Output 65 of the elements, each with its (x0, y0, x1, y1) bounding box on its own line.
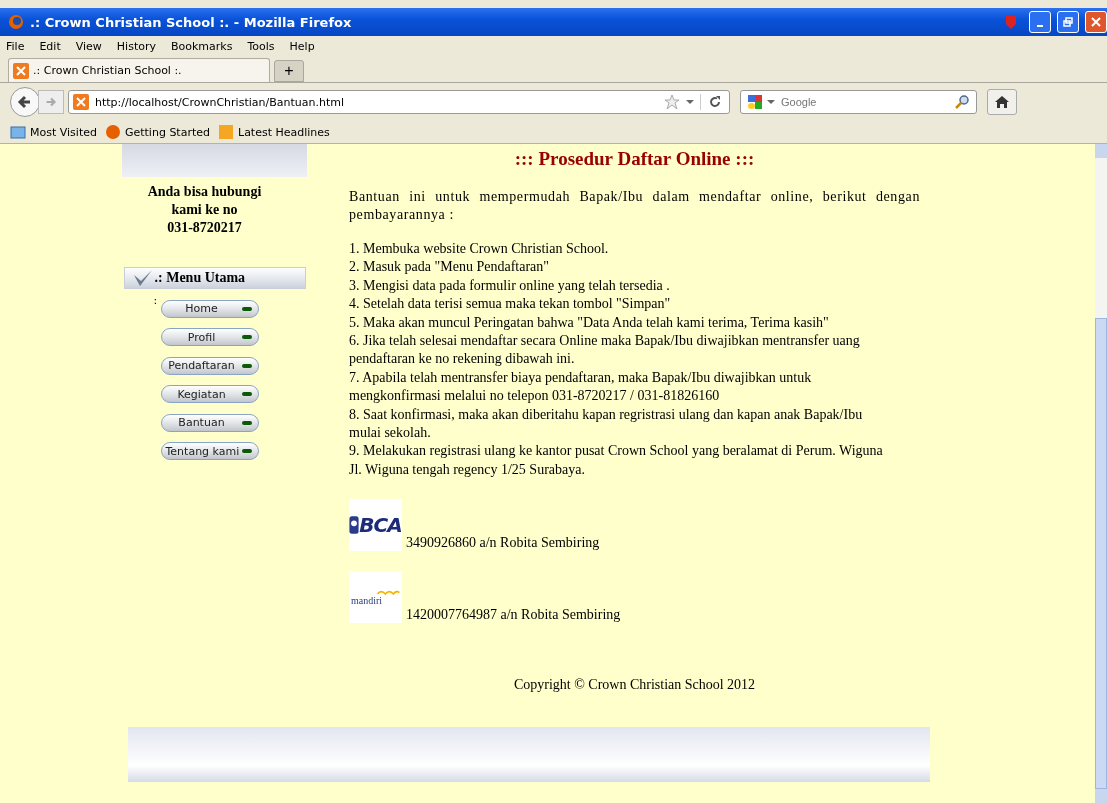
address-bar[interactable]: http://localhost/CrownChristian/Bantuan.html (68, 90, 730, 114)
close-button[interactable] (1085, 11, 1107, 33)
bookmark-item[interactable]: Most Visited (10, 124, 97, 140)
bank-logo: BCA (349, 499, 402, 552)
menu-button[interactable]: Bantuan (160, 413, 259, 432)
dropdown-icon[interactable] (686, 98, 694, 106)
copyright-text: Copyright © Crown Christian School 2012 (512, 677, 757, 694)
menu-button[interactable]: Kegiatan (160, 385, 259, 403)
intro-text: Bantuan ini untuk mempermudah Bapak/Ibu dalam mendaftar online, berikut dengan pembayarannya : (349, 188, 920, 224)
shield-icon (1005, 14, 1017, 30)
step-text: 7. Apabila telah mentransfer biaya pendaftaran, maka Bapak/Ibu diwajibkan untuk mengkonfirmasi melalui no telepon 031-8720217 / 031-81826160 (349, 368, 813, 406)
folder-icon (10, 124, 26, 140)
bookmark-item[interactable]: Getting Started (104, 124, 210, 140)
home-button[interactable] (987, 89, 1017, 115)
bank-logo: mandiri (349, 571, 402, 624)
feed-icon (218, 124, 234, 140)
search-icon[interactable] (954, 94, 970, 110)
close-icon (1089, 15, 1103, 29)
menu-item[interactable]: History (116, 39, 156, 53)
step-text: 4. Setelah data terisi semua maka tekan tombol "Simpan" (349, 295, 672, 314)
reload-icon[interactable] (700, 94, 723, 110)
new-tab-button[interactable]: + (274, 60, 304, 82)
step-text: 9. Melakukan registrasi ulang ke kantor pusat Crown School yang beralamat di Perum. Wiguna Jl. Wiguna tengah regency 1/25 Surabaya. (349, 442, 884, 479)
minimize-button[interactable] (1029, 11, 1051, 33)
search-input[interactable]: Google (779, 95, 950, 109)
menu-title: .: Menu Utama (154, 270, 246, 286)
menu-button[interactable]: Pendaftaran (160, 356, 259, 375)
account-text: 3490926860 a/n Robita Sembiring (406, 535, 600, 552)
bookmark-item[interactable]: Latest Headlines (218, 124, 330, 140)
window-title: .: Crown Christian School :. - Mozilla Firefox (30, 14, 352, 30)
page-heading: ::: Prosedur Daftar Online ::: (513, 148, 756, 170)
step-text: 2. Masuk pada "Menu Pendaftaran" (349, 258, 550, 277)
vertical-scrollbar[interactable] (1095, 144, 1107, 803)
menu-button[interactable]: Home (160, 299, 259, 318)
dropdown-icon[interactable] (767, 98, 775, 106)
step-text: 8. Saat konfirmasi, maka akan diberitahu kapan regristrasi ulang dan kapan anak Bapak/Ibu mulai sekolah. (349, 405, 864, 443)
browser-tab[interactable]: .: Crown Christian School :. (8, 58, 270, 82)
menu-marker: : (153, 294, 158, 307)
back-button[interactable] (10, 87, 40, 117)
forward-arrow-icon (44, 95, 58, 109)
menu-item[interactable]: Tools (247, 39, 275, 53)
step-text: 6. Jika telah selesai mendaftar secara Online maka Bapak/Ibu diwajibkan mentransfer uang pendaftaran ke no rekening dibawah ini. (349, 332, 861, 369)
firefox-icon (8, 14, 24, 30)
menu-item[interactable]: Bookmarks (171, 39, 233, 53)
restore-button[interactable] (1057, 11, 1079, 33)
restore-icon (1061, 15, 1075, 29)
menu-item[interactable]: File (6, 39, 25, 53)
menu-button[interactable]: Profil (160, 328, 259, 346)
account-text: 1420007764987 a/n Robita Sembiring (406, 607, 621, 624)
menu-item[interactable]: Help (289, 39, 315, 53)
menu-item[interactable]: Edit (39, 39, 61, 53)
star-icon[interactable] (664, 94, 680, 110)
menu-button[interactable]: Tentang kami (160, 442, 259, 460)
xampp-icon (73, 94, 89, 110)
step-text: 5. Maka akan muncul Peringatan bahwa "Data Anda telah kami terima, Terima kasih" (349, 313, 830, 332)
firefox-icon (104, 124, 121, 140)
search-field[interactable]: Google (740, 90, 977, 114)
step-text: 3. Mengisi data pada formulir online yang telah tersedia . (349, 276, 671, 295)
contact-text: Anda bisa hubungi kami ke no 031-8720217 (147, 183, 262, 237)
home-icon (994, 94, 1010, 110)
google-icon (747, 94, 763, 110)
xampp-icon (13, 62, 29, 79)
step-text: 1. Membuka website Crown Christian School. (349, 240, 610, 258)
minimize-icon (1037, 25, 1043, 27)
menu-item[interactable]: View (75, 39, 102, 53)
